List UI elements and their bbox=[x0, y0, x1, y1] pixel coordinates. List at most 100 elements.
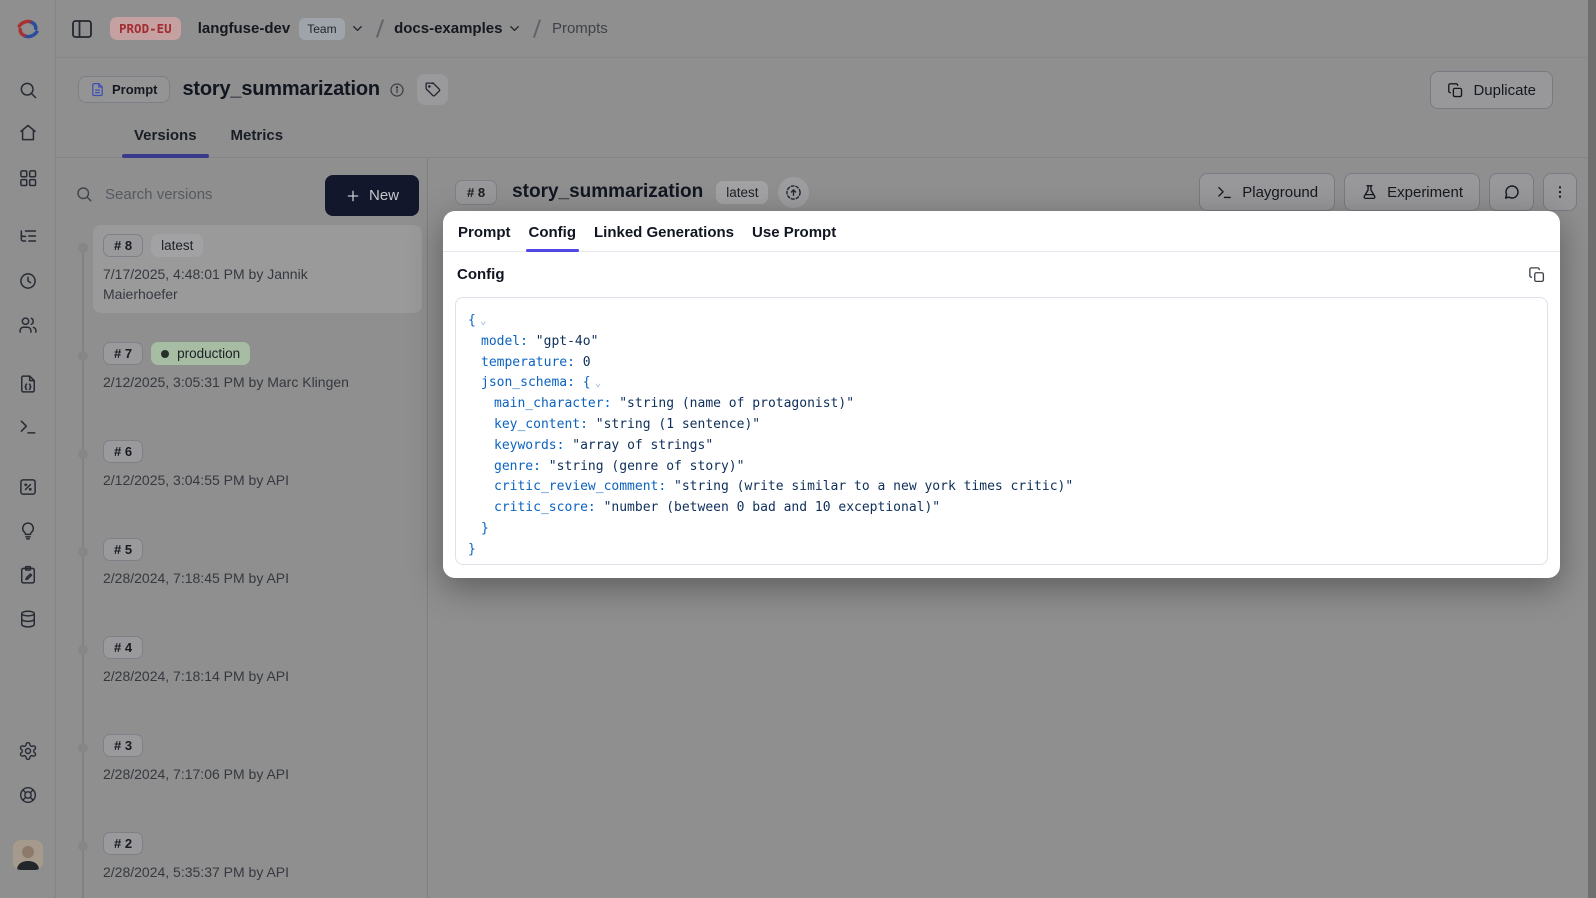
org-chevron-down-icon[interactable] bbox=[350, 21, 365, 36]
code-line: key_content: "string (1 sentence)" bbox=[458, 415, 1545, 436]
version-item-2[interactable]: # 22/28/2024, 5:35:37 PM by API bbox=[93, 823, 422, 891]
version-number-badge: # 4 bbox=[103, 636, 143, 659]
home-icon[interactable] bbox=[18, 123, 38, 143]
playground-label: Playground bbox=[1242, 184, 1318, 201]
code-line: } bbox=[458, 540, 1545, 561]
page-tabs: Versions Metrics bbox=[122, 127, 305, 157]
project-name[interactable]: docs-examples bbox=[394, 20, 502, 37]
detail-title: story_summarization bbox=[512, 181, 703, 203]
version-item-3[interactable]: # 32/28/2024, 7:17:06 PM by API bbox=[93, 725, 422, 793]
json-key: critic_score: bbox=[494, 500, 604, 515]
code-line: critic_score: "number (between 0 bad and… bbox=[458, 498, 1545, 519]
dashboards-icon[interactable] bbox=[18, 168, 38, 188]
evaluation-icon[interactable] bbox=[18, 477, 38, 497]
latest-badge: latest bbox=[716, 181, 768, 204]
timeline-dot bbox=[78, 449, 88, 459]
playground-button[interactable]: Playground bbox=[1199, 173, 1335, 211]
comments-button[interactable] bbox=[1489, 173, 1534, 211]
sidebar-toggle-icon[interactable] bbox=[70, 17, 94, 41]
version-item-6[interactable]: # 62/12/2025, 3:04:55 PM by API bbox=[93, 431, 422, 499]
detail-tab-config[interactable]: Config bbox=[520, 214, 585, 251]
detail-tab-use-prompt[interactable]: Use Prompt bbox=[743, 214, 845, 251]
code-line: model: "gpt-4o" bbox=[458, 332, 1545, 353]
sessions-icon[interactable] bbox=[18, 271, 38, 291]
tab-metrics[interactable]: Metrics bbox=[219, 127, 296, 157]
support-icon[interactable] bbox=[18, 785, 38, 805]
search-icon[interactable] bbox=[18, 80, 38, 100]
copy-config-button[interactable] bbox=[1528, 266, 1546, 284]
version-meta: 2/28/2024, 7:18:14 PM by API bbox=[103, 666, 375, 686]
langfuse-logo-icon[interactable] bbox=[14, 15, 42, 43]
timeline-dot bbox=[78, 547, 88, 557]
tracing-icon[interactable] bbox=[18, 226, 38, 246]
version-meta: 2/28/2024, 7:17:06 PM by API bbox=[103, 764, 375, 784]
search-versions-input[interactable] bbox=[105, 181, 295, 207]
project-chevron-down-icon[interactable] bbox=[507, 21, 522, 36]
plus-icon bbox=[345, 188, 361, 204]
copy-icon bbox=[1528, 266, 1546, 284]
json-brace: { bbox=[583, 375, 591, 390]
info-icon[interactable] bbox=[389, 82, 405, 98]
code-line: {⌄ bbox=[458, 311, 1545, 332]
experiment-label: Experiment bbox=[1387, 184, 1463, 201]
json-key: genre: bbox=[494, 459, 549, 474]
version-panel: New # 8latest7/17/2025, 4:48:01 PM by Ja… bbox=[56, 158, 428, 898]
duplicate-button[interactable]: Duplicate bbox=[1430, 71, 1553, 109]
timeline-dot bbox=[78, 743, 88, 753]
new-version-label: New bbox=[369, 187, 399, 204]
environment-badge: PROD-EU bbox=[110, 17, 181, 40]
copy-icon bbox=[1447, 82, 1464, 99]
version-tag-latest: latest bbox=[151, 234, 203, 257]
detail-tabs: PromptConfigLinked GenerationsUse Prompt bbox=[443, 211, 1560, 252]
code-line: main_character: "string (name of protago… bbox=[458, 394, 1545, 415]
detail-area: # 8 story_summarization latest Playgroun… bbox=[428, 158, 1596, 898]
code-line: genre: "string (genre of story)" bbox=[458, 457, 1545, 478]
page-scrollbar[interactable] bbox=[1588, 0, 1596, 898]
json-brace: } bbox=[481, 521, 489, 536]
json-key: temperature: bbox=[481, 355, 583, 370]
datasets-icon[interactable] bbox=[18, 609, 38, 629]
version-meta: 2/28/2024, 7:18:45 PM by API bbox=[103, 568, 375, 588]
tag-button[interactable] bbox=[417, 74, 448, 105]
user-avatar[interactable] bbox=[13, 840, 43, 870]
version-item-7[interactable]: # 7production2/12/2025, 3:05:31 PM by Ma… bbox=[93, 333, 422, 401]
tab-versions[interactable]: Versions bbox=[122, 127, 209, 157]
new-version-button[interactable]: New bbox=[325, 175, 419, 216]
detail-tab-prompt[interactable]: Prompt bbox=[449, 214, 520, 251]
insights-icon[interactable] bbox=[18, 521, 38, 541]
page-header: Prompt story_summarization Duplicate Ver… bbox=[56, 58, 1596, 158]
json-value: 0 bbox=[583, 355, 591, 370]
users-icon[interactable] bbox=[18, 315, 38, 335]
flask-icon bbox=[1361, 184, 1378, 201]
json-key: main_character: bbox=[494, 396, 619, 411]
collapse-chevron-icon[interactable]: ⌄ bbox=[595, 376, 602, 389]
detail-tab-linked-generations[interactable]: Linked Generations bbox=[585, 214, 743, 251]
more-actions-button[interactable] bbox=[1543, 173, 1577, 211]
version-number-badge: # 7 bbox=[103, 342, 143, 365]
sidebar-rail bbox=[0, 0, 56, 898]
experiment-button[interactable]: Experiment bbox=[1344, 173, 1480, 211]
version-item-5[interactable]: # 52/28/2024, 7:18:45 PM by API bbox=[93, 529, 422, 597]
version-meta: 2/12/2025, 3:04:55 PM by API bbox=[103, 470, 375, 490]
version-meta: 7/17/2025, 4:48:01 PM by Jannik Maierhoe… bbox=[103, 264, 375, 304]
topbar: PROD-EU langfuse-dev Team docs-examples … bbox=[56, 0, 1596, 58]
annotation-icon[interactable] bbox=[18, 565, 38, 585]
breadcrumb-separator bbox=[533, 19, 541, 37]
promote-version-button[interactable] bbox=[778, 177, 809, 208]
version-meta: 2/12/2025, 3:05:31 PM by Marc Klingen bbox=[103, 372, 375, 392]
version-item-8[interactable]: # 8latest7/17/2025, 4:48:01 PM by Jannik… bbox=[93, 225, 422, 313]
prompts-icon[interactable] bbox=[18, 374, 38, 394]
terminal-icon bbox=[1216, 184, 1233, 201]
breadcrumb-section[interactable]: Prompts bbox=[552, 20, 608, 37]
version-item-4[interactable]: # 4 2/28/2024, 7:18:14 PM by API bbox=[93, 627, 422, 695]
json-key: keywords: bbox=[494, 438, 572, 453]
prompt-detail-card: PromptConfigLinked GenerationsUse Prompt… bbox=[443, 211, 1560, 578]
code-line: keywords: "array of strings" bbox=[458, 436, 1545, 457]
playground-icon[interactable] bbox=[18, 417, 38, 437]
version-timeline bbox=[82, 248, 84, 898]
org-name[interactable]: langfuse-dev bbox=[198, 20, 291, 37]
org-type-badge: Team bbox=[299, 18, 344, 40]
json-value: "string (1 sentence)" bbox=[596, 417, 760, 432]
collapse-chevron-icon[interactable]: ⌄ bbox=[480, 314, 487, 327]
settings-gear-icon[interactable] bbox=[18, 741, 38, 761]
